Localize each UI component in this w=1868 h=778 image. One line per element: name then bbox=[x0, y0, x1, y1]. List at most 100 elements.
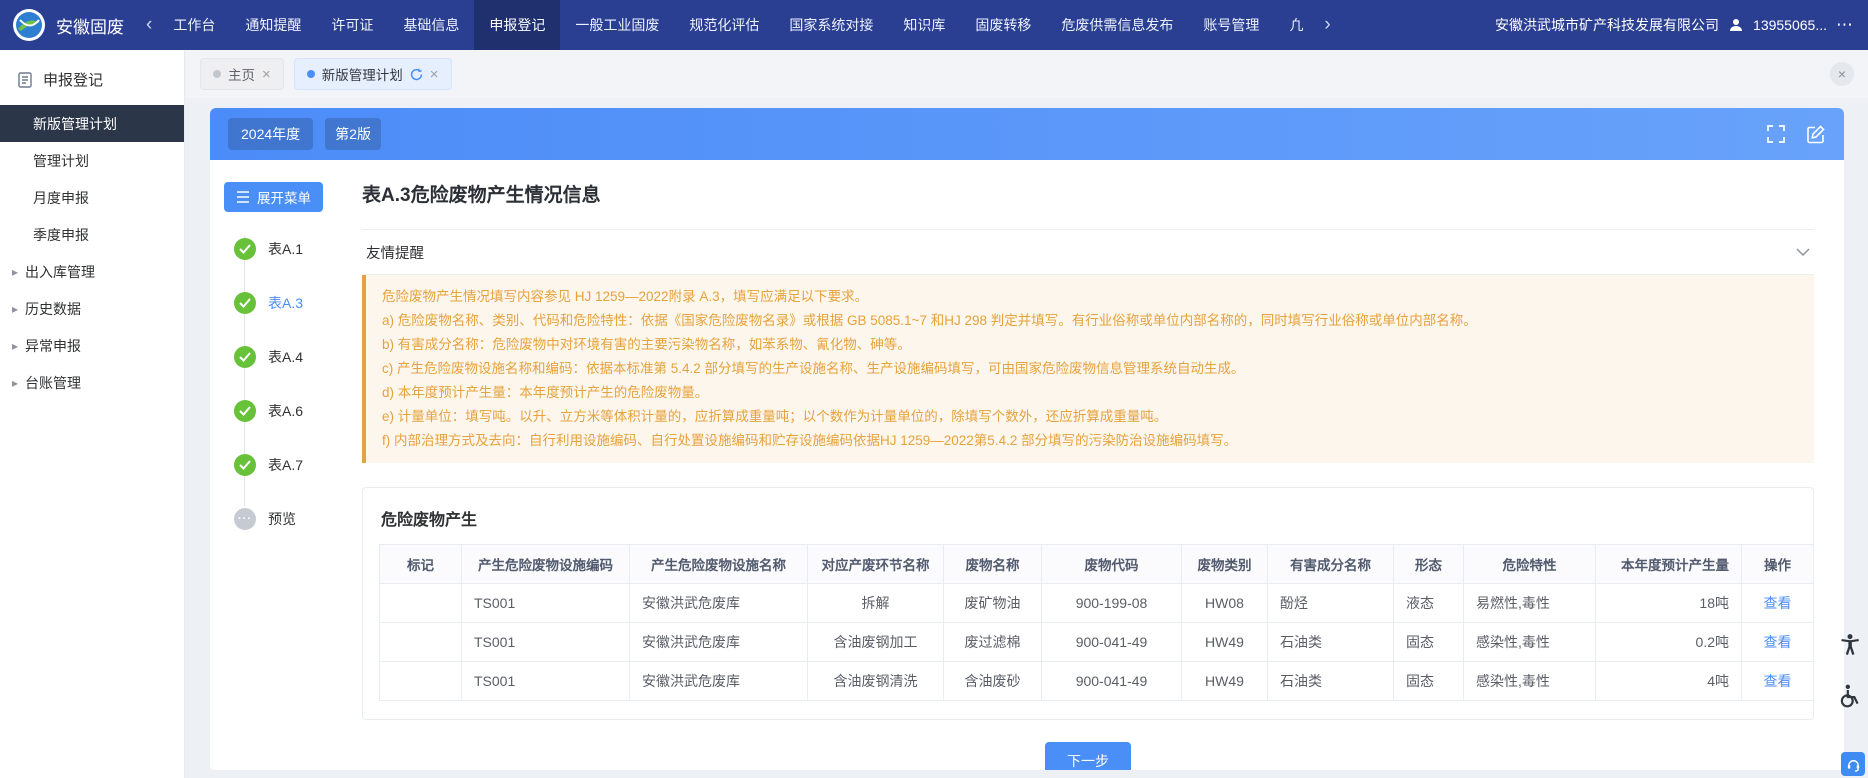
tab-label: 新版管理计划 bbox=[322, 64, 403, 84]
sidebar-menu: 新版管理计划管理计划月度申报季度申报 ▸ 出入库管理 ▸ 历史数据 ▸异常申报▸台账管理 bbox=[0, 105, 184, 401]
user-icon[interactable] bbox=[1728, 17, 1744, 33]
caret-right-icon: ▸ bbox=[12, 265, 18, 279]
sidebar-item[interactable]: ▸ 出入库管理 bbox=[0, 253, 184, 290]
cell: 拆解 bbox=[808, 584, 944, 623]
cell: 含油废钢清洗 bbox=[808, 662, 944, 701]
cell: TS001 bbox=[462, 662, 630, 701]
nav-item[interactable]: 账号管理 bbox=[1188, 0, 1274, 50]
nav-item[interactable]: 国家系统对接 bbox=[774, 0, 888, 50]
sidebar-item[interactable]: 管理计划 bbox=[0, 142, 184, 179]
app-logo bbox=[12, 8, 46, 42]
nav-item[interactable]: 许可证 bbox=[316, 0, 388, 50]
nav-item[interactable]: 工作台 bbox=[158, 0, 230, 50]
notice-line: d) 本年度预计产生量：本年度预计产生的危险废物量。 bbox=[382, 381, 1798, 405]
step-item[interactable]: 表A.7 bbox=[224, 438, 360, 492]
sidebar-item[interactable]: ▸ 历史数据 bbox=[0, 290, 184, 327]
tab[interactable]: 新版管理计划 × bbox=[294, 58, 452, 90]
tab[interactable]: 主页× bbox=[200, 58, 284, 90]
cell: 含油废钢加工 bbox=[808, 623, 944, 662]
nav-item[interactable]: 申报登记 bbox=[474, 0, 560, 50]
cell: 感染性,毒性 bbox=[1464, 623, 1596, 662]
column-header: 废物类别 bbox=[1182, 545, 1268, 584]
view-link[interactable]: 查看 bbox=[1764, 595, 1792, 611]
sidebar-item-label: 出入库管理 bbox=[25, 262, 95, 282]
column-header: 废物代码 bbox=[1042, 545, 1182, 584]
step-item[interactable]: 表A.6 bbox=[224, 384, 360, 438]
close-icon[interactable]: × bbox=[262, 67, 271, 82]
cell: 固态 bbox=[1394, 662, 1464, 701]
floating-accessibility-icon[interactable] bbox=[1837, 632, 1863, 663]
floating-toolbar bbox=[1837, 632, 1863, 714]
version-badge[interactable]: 第2版 bbox=[325, 118, 381, 150]
nav-item[interactable]: 固废转移 bbox=[960, 0, 1046, 50]
edit-icon[interactable] bbox=[1806, 124, 1826, 144]
form-title: 表A.3危险废物产生情况信息 bbox=[362, 180, 1814, 207]
sidebar-item[interactable]: ▸台账管理 bbox=[0, 364, 184, 401]
cell: 900-041-49 bbox=[1042, 662, 1182, 701]
sidebar-item[interactable]: ▸异常申报 bbox=[0, 327, 184, 364]
notice-line: 危险废物产生情况填写内容参见 HJ 1259—2022附录 A.3，填写应满足以… bbox=[382, 285, 1798, 309]
caret-right-icon: ▸ bbox=[12, 376, 18, 390]
more-menu-icon[interactable]: ⋯ bbox=[1836, 15, 1854, 35]
floating-assist-icon[interactable] bbox=[1837, 683, 1863, 714]
sidebar-item-label: 历史数据 bbox=[25, 299, 81, 319]
sidebar-item-label: 管理计划 bbox=[33, 151, 89, 171]
step-item[interactable]: 表A.1 bbox=[224, 222, 360, 276]
reminder-collapse-header[interactable]: 友情提醒 bbox=[362, 229, 1814, 275]
nav-item[interactable]: 规范化评估 bbox=[674, 0, 774, 50]
step-item[interactable]: 表A.4 bbox=[224, 330, 360, 384]
expand-menu-label: 展开菜单 bbox=[257, 187, 311, 207]
nav-item[interactable]: 一般工业固废 bbox=[560, 0, 674, 50]
nav-item[interactable]: 通知提醒 bbox=[230, 0, 316, 50]
next-button[interactable]: 下一步 bbox=[1045, 742, 1131, 770]
cell: HW08 bbox=[1182, 584, 1268, 623]
nav-item[interactable]: 基础信息 bbox=[388, 0, 474, 50]
cell: 易燃性,毒性 bbox=[1464, 584, 1596, 623]
tab-status-dot bbox=[307, 70, 315, 78]
sidebar-item[interactable]: 新版管理计划 bbox=[0, 105, 184, 142]
fullscreen-icon[interactable] bbox=[1766, 124, 1786, 144]
sidebar-header: 申报登记 bbox=[0, 50, 184, 105]
cell: 废矿物油 bbox=[944, 584, 1042, 623]
refresh-icon[interactable] bbox=[410, 68, 423, 81]
panel-body: 展开菜单 表A.1表A.3表A.4表A.6表A.7···预览 表A.3危险废物产… bbox=[210, 160, 1844, 770]
year-badge[interactable]: 2024年度 bbox=[228, 118, 313, 150]
view-link[interactable]: 查看 bbox=[1764, 673, 1792, 689]
form-icon bbox=[16, 71, 34, 89]
view-link[interactable]: 查看 bbox=[1764, 634, 1792, 650]
nav-scroll-left-icon[interactable]: ‹ bbox=[140, 0, 158, 50]
main-content: 2024年度 第2版 bbox=[186, 98, 1868, 778]
nav-item[interactable]: 知识库 bbox=[888, 0, 960, 50]
sidebar-item[interactable]: 月度申报 bbox=[0, 179, 184, 216]
column-header: 对应产废环节名称 bbox=[808, 545, 944, 584]
cell: 900-199-08 bbox=[1042, 584, 1182, 623]
panel-header: 2024年度 第2版 bbox=[210, 108, 1844, 160]
cell: 安徽洪武危废库 bbox=[630, 662, 808, 701]
cell: TS001 bbox=[462, 623, 630, 662]
nav-item[interactable]: 危废供需信息发布 bbox=[1046, 0, 1188, 50]
notice-line: c) 产生危险废物设施名称和编码：依据本标准第 5.4.2 部分填写的生产设施名… bbox=[382, 357, 1798, 381]
tab-bar: 主页× 新版管理计划 × × bbox=[186, 50, 1868, 98]
form-area: 表A.3危险废物产生情况信息 友情提醒 危险废物产生情况填写内容参见 HJ 12… bbox=[360, 160, 1844, 770]
sidebar: 申报登记 新版管理计划管理计划月度申报季度申报▸出入库管理▸历史数据▸异常申报▸… bbox=[0, 50, 185, 778]
caret-right-icon: ▸ bbox=[12, 302, 18, 316]
close-icon[interactable]: × bbox=[430, 67, 439, 82]
user-phone: 13955065... bbox=[1753, 17, 1827, 33]
cell bbox=[380, 662, 462, 701]
step-item[interactable]: ···预览 bbox=[224, 492, 360, 546]
nav-scroll-right-icon[interactable]: › bbox=[1318, 0, 1336, 50]
floating-service-icon[interactable] bbox=[1841, 752, 1865, 776]
sidebar-title: 申报登记 bbox=[43, 69, 103, 90]
column-header: 有害成分名称 bbox=[1268, 545, 1394, 584]
nav-item[interactable]: 凢 bbox=[1274, 0, 1318, 50]
step-status-icon: ··· bbox=[234, 508, 256, 530]
cell bbox=[380, 623, 462, 662]
notice-line: f) 内部治理方式及去向：自行利用设施编码、自行处置设施编码和贮存设施编码依据H… bbox=[382, 429, 1798, 453]
cell: 4吨 bbox=[1596, 662, 1742, 701]
cell-actions: 查看 bbox=[1742, 584, 1814, 623]
expand-menu-button[interactable]: 展开菜单 bbox=[224, 182, 323, 212]
close-all-tabs-icon[interactable]: × bbox=[1830, 62, 1854, 86]
step-item[interactable]: 表A.3 bbox=[224, 276, 360, 330]
sidebar-item[interactable]: 季度申报 bbox=[0, 216, 184, 253]
column-header: 标记 bbox=[380, 545, 462, 584]
